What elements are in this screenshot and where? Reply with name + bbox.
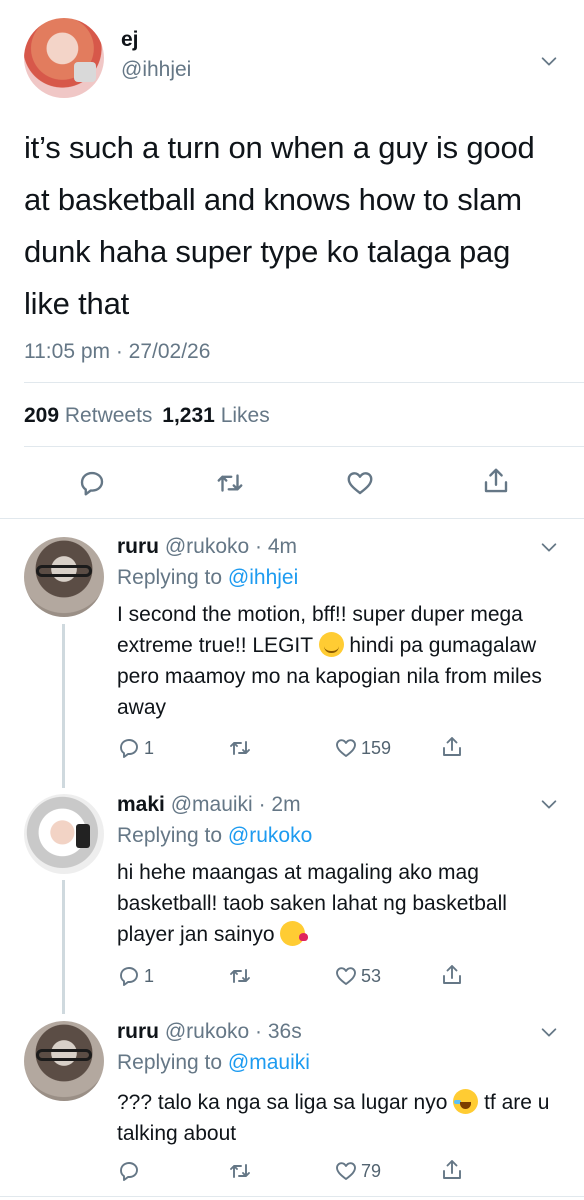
- avatar-glasses: [36, 1049, 92, 1061]
- like-count: 79: [361, 1160, 382, 1181]
- reply-icon[interactable]: [77, 468, 107, 498]
- chevron-down-icon[interactable]: [538, 536, 560, 558]
- tweet-text: it’s such a turn on when a guy is good a…: [24, 130, 535, 321]
- like-button[interactable]: 53: [334, 963, 381, 989]
- avatar[interactable]: [24, 1021, 104, 1101]
- divider: [0, 1196, 584, 1197]
- tweet-timestamp[interactable]: 11:05 pm · 27/02/26: [24, 340, 210, 364]
- divider: [0, 518, 584, 519]
- reply-icon[interactable]: [117, 1159, 141, 1183]
- reply-text-part: ??? talo ka nga sa liga sa lugar nyo: [117, 1091, 448, 1114]
- like-count: 53: [361, 965, 382, 986]
- share-button[interactable]: [440, 962, 464, 988]
- separator-dot: ·: [249, 535, 268, 558]
- retweet-icon[interactable]: [228, 1159, 252, 1183]
- reply-text: hi hehe maangas at magaling ako mag bask…: [117, 857, 557, 950]
- replying-to: Replying to @rukoko: [117, 824, 312, 848]
- display-name[interactable]: ej: [121, 28, 139, 52]
- avatar[interactable]: [24, 794, 104, 874]
- replying-to: Replying to @ihhjei: [117, 566, 298, 590]
- retweet-button[interactable]: [228, 963, 252, 989]
- replying-to-label: Replying to: [117, 824, 223, 847]
- share-button[interactable]: [440, 1157, 464, 1183]
- face-with-tears-of-joy-emoji: [453, 1089, 479, 1114]
- face-blowing-kiss-emoji: [280, 921, 309, 946]
- reply-time[interactable]: 4m: [268, 535, 297, 558]
- share-button[interactable]: [440, 734, 464, 760]
- retweets-label[interactable]: Retweets: [65, 404, 153, 427]
- reply-text-part: hi hehe maangas at magaling ako mag bask…: [117, 861, 507, 946]
- avatar[interactable]: [24, 18, 104, 98]
- tweet-stats: 209 Retweets 1,231 Likes: [24, 404, 270, 428]
- reply-count: 1: [144, 737, 155, 758]
- retweet-icon[interactable]: [215, 468, 245, 498]
- retweet-button[interactable]: [228, 735, 252, 761]
- replying-to-link[interactable]: @ihhjei: [228, 566, 298, 589]
- like-icon[interactable]: [334, 1159, 358, 1183]
- reply-text: I second the motion, bff!! super duper m…: [117, 599, 557, 723]
- separator-dot: ·: [252, 793, 272, 816]
- chevron-down-icon[interactable]: [538, 793, 560, 815]
- smiling-face-emoji: [318, 632, 344, 657]
- reply-button[interactable]: 1: [117, 963, 154, 989]
- likes-count[interactable]: 1,231: [162, 404, 215, 427]
- divider: [24, 382, 584, 383]
- replying-to-label: Replying to: [117, 566, 223, 589]
- avatar[interactable]: [24, 537, 104, 617]
- reply-header: ruru @rukoko · 36s: [117, 1020, 302, 1044]
- handle[interactable]: @rukoko: [165, 535, 249, 558]
- retweet-icon[interactable]: [228, 964, 252, 988]
- thread-line: [62, 880, 65, 1014]
- display-name[interactable]: ruru: [117, 535, 159, 558]
- share-icon[interactable]: [440, 735, 464, 759]
- share-icon[interactable]: [481, 466, 511, 496]
- separator-dot: ·: [249, 1020, 268, 1043]
- avatar-phone: [76, 824, 90, 848]
- chevron-down-icon[interactable]: [538, 50, 560, 72]
- reply-icon[interactable]: [117, 964, 141, 988]
- like-button[interactable]: 79: [334, 1158, 381, 1184]
- avatar-glasses: [36, 565, 92, 577]
- share-icon[interactable]: [440, 963, 464, 987]
- reply-button[interactable]: [117, 1158, 141, 1184]
- reply-text: ??? talo ka nga sa liga sa lugar nyo tf …: [117, 1087, 557, 1149]
- reply-time[interactable]: 36s: [268, 1020, 302, 1043]
- likes-label[interactable]: Likes: [221, 404, 270, 427]
- like-count: 159: [361, 737, 392, 758]
- replying-to-link[interactable]: @rukoko: [228, 824, 312, 847]
- replying-to-link[interactable]: @mauiki: [228, 1051, 310, 1074]
- reply-button[interactable]: 1: [117, 735, 154, 761]
- reply-icon[interactable]: [117, 736, 141, 760]
- like-icon[interactable]: [334, 964, 358, 988]
- handle[interactable]: @rukoko: [165, 1020, 249, 1043]
- divider: [24, 446, 584, 447]
- display-name[interactable]: maki: [117, 793, 165, 816]
- retweet-button[interactable]: [228, 1158, 252, 1184]
- reply-header: maki @mauiki · 2m: [117, 793, 301, 817]
- chevron-down-icon[interactable]: [538, 1021, 560, 1043]
- replying-to-label: Replying to: [117, 1051, 223, 1074]
- like-icon[interactable]: [345, 468, 375, 498]
- avatar-phone: [74, 62, 96, 82]
- reply-count: 1: [144, 965, 155, 986]
- like-button[interactable]: 159: [334, 735, 391, 761]
- retweets-count[interactable]: 209: [24, 404, 59, 427]
- display-name[interactable]: ruru: [117, 1020, 159, 1043]
- handle[interactable]: @mauiki: [171, 793, 253, 816]
- reply-time[interactable]: 2m: [271, 793, 300, 816]
- reply-header: ruru @rukoko · 4m: [117, 535, 297, 559]
- handle[interactable]: @ihhjei: [121, 58, 191, 82]
- thread-line: [62, 624, 65, 788]
- replying-to: Replying to @mauiki: [117, 1051, 310, 1075]
- like-icon[interactable]: [334, 736, 358, 760]
- retweet-icon[interactable]: [228, 736, 252, 760]
- share-icon[interactable]: [440, 1158, 464, 1182]
